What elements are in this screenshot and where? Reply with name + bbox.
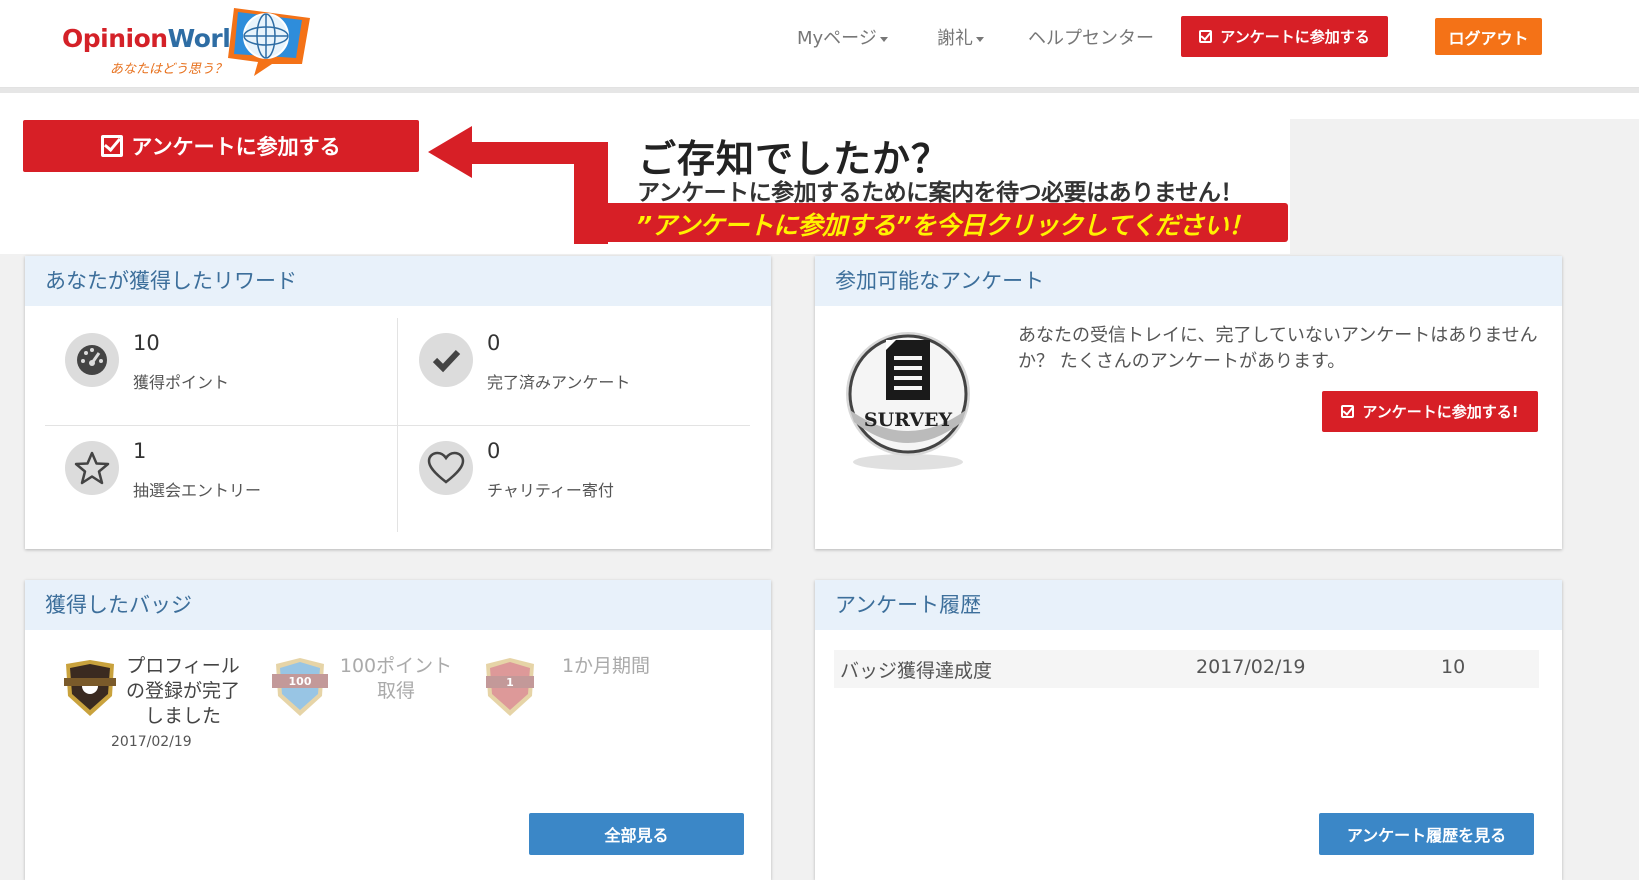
checkmark-icon: [419, 333, 473, 387]
caret-down-icon: [879, 36, 888, 42]
stat-label: 抽選会エントリー: [133, 481, 262, 500]
table-row: バッジ獲得達成度 2017/02/19 10: [834, 650, 1539, 688]
logo[interactable]: OpinionWorld あなたはどう思う？: [60, 4, 340, 80]
history-survey-name: バッジ獲得達成度: [840, 660, 993, 682]
stat-label: チャリティー寄付: [487, 481, 614, 500]
survey-document-icon: SURVEY: [846, 332, 970, 470]
gauge-icon: [65, 333, 119, 387]
arrow-left-icon: [428, 126, 608, 244]
nav-rewards[interactable]: 謝礼: [937, 24, 984, 50]
logout-button[interactable]: ログアウト: [1435, 18, 1542, 55]
banner-text: アンケートに参加するために案内を待つ必要はありません！: [637, 180, 1243, 206]
badge-number: 1: [506, 676, 514, 689]
badges-title: 獲得したバッジ: [25, 580, 771, 630]
stat-value: 0: [487, 439, 501, 463]
navbar: OpinionWorld あなたはどう思う？ Myページ 謝礼 ヘルプセンター …: [0, 0, 1639, 88]
badge-number: 100: [289, 675, 312, 688]
survey-history-title: アンケート履歴: [815, 580, 1562, 630]
heart-icon: [419, 441, 473, 495]
history-date: 2017/02/19: [1196, 656, 1306, 678]
available-surveys-title: 参加可能なアンケート: [815, 256, 1562, 306]
stat-label: 完了済みアンケート: [487, 373, 631, 392]
take-survey-nav-button[interactable]: アンケートに参加する: [1181, 16, 1388, 57]
badge-date: 2017/02/19: [111, 734, 192, 750]
badge-label: 1か月期間: [561, 655, 651, 677]
divider: [45, 425, 750, 426]
caret-down-icon: [976, 36, 984, 42]
stat-value: 10: [133, 331, 160, 355]
checkbox-icon: [1199, 30, 1213, 43]
checkbox-icon: [101, 135, 124, 157]
month-badge-icon: 1: [486, 658, 534, 716]
available-take-survey-button[interactable]: アンケートに参加する!: [1322, 391, 1538, 432]
history-points: 10: [1441, 656, 1466, 678]
points-badge-icon: 100: [272, 658, 328, 716]
stat-label: 獲得ポイント: [133, 373, 230, 392]
profile-badge-icon: [64, 660, 116, 716]
view-survey-history-button[interactable]: アンケート履歴を見る: [1319, 813, 1534, 855]
spacer: [0, 93, 1639, 119]
banner-take-survey-button[interactable]: アンケートに参加する: [23, 120, 419, 172]
rewards-panel: あなたが獲得したリワード: [25, 256, 771, 549]
nav-mypage[interactable]: Myページ: [797, 24, 888, 50]
stat-value: 1: [133, 439, 147, 463]
badge-label: 100ポイント取得: [339, 655, 453, 702]
globe-logo-icon: [228, 8, 310, 76]
view-all-badges-button[interactable]: 全部見る: [529, 813, 744, 855]
banner-highlight-text: ”アンケートに参加する”を今日クリックしてください！: [636, 211, 1253, 240]
nav-help-center[interactable]: ヘルプセンター: [1028, 24, 1154, 50]
badge-label: プロフィールの登録が完了しました: [125, 655, 240, 727]
survey-image-label: SURVEY: [864, 409, 953, 431]
checkbox-icon: [1341, 405, 1355, 418]
stat-value: 0: [487, 331, 501, 355]
rewards-title: あなたが獲得したリワード: [25, 256, 771, 306]
star-icon: [65, 441, 119, 495]
logo-tagline: あなたはどう思う？: [110, 62, 228, 77]
available-surveys-text: あなたの受信トレイに、完了していないアンケートはありませんか？ たくさんのアンケ…: [1018, 325, 1538, 372]
